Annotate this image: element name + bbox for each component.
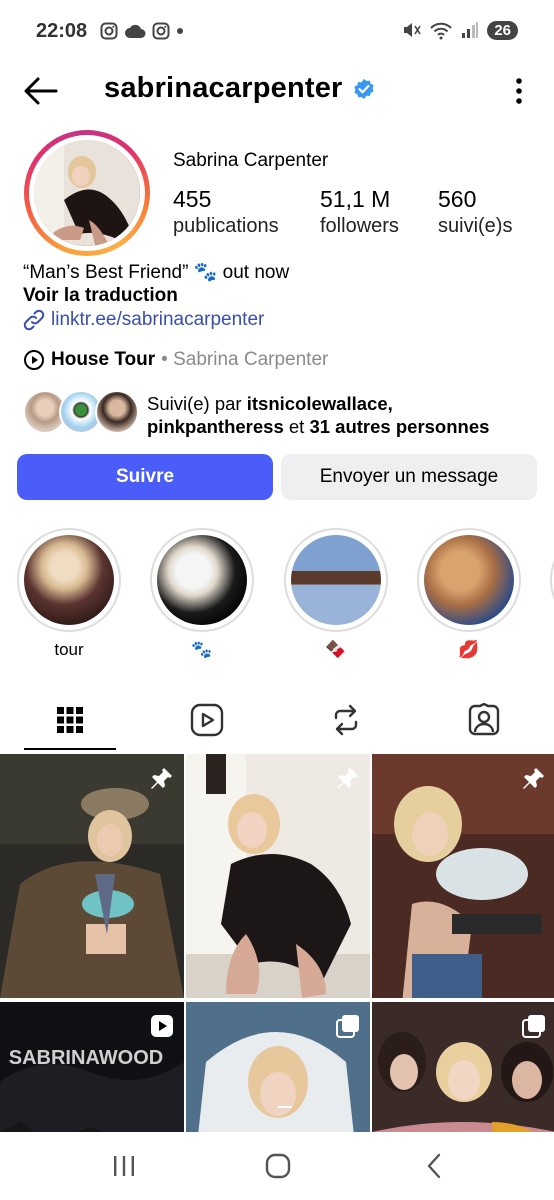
- status-time: 22:08: [36, 20, 88, 42]
- stat-publications[interactable]: 455 publications: [173, 186, 279, 238]
- pin-icon: [523, 768, 544, 789]
- stat-followers[interactable]: 51,1 M followers: [320, 186, 399, 238]
- stat-value: 455: [173, 186, 212, 212]
- highlight-cover: [157, 535, 247, 625]
- instagram-icon: [100, 22, 118, 40]
- profile-header: sabrinacarpenter: [0, 62, 554, 120]
- pin-icon: [337, 768, 358, 789]
- cloud-icon: [125, 24, 146, 38]
- reels-icon: [190, 703, 224, 737]
- reel-icon: [151, 1015, 173, 1037]
- profile-username: sabrinacarpenter: [104, 72, 343, 104]
- signal-icon: [462, 22, 479, 38]
- status-system-icons: 26: [401, 20, 518, 40]
- profile-link-text: linktr.ee/sabrinacarpenter: [51, 309, 265, 330]
- back-icon: [427, 1153, 441, 1179]
- play-circle-icon: [24, 350, 44, 370]
- instagram-icon: [152, 22, 170, 40]
- status-bar: 22:08 26: [0, 0, 554, 62]
- pin-icon: [151, 768, 172, 789]
- profile-avatar-story-ring[interactable]: [24, 130, 150, 256]
- music-artist: • Sabrina Carpenter: [161, 349, 329, 370]
- tab-reels[interactable]: [161, 690, 253, 750]
- home-button[interactable]: [258, 1150, 298, 1182]
- carousel-icon: [522, 1015, 545, 1038]
- home-icon: [265, 1153, 291, 1179]
- profile-full-name: Sabrina Carpenter: [173, 150, 329, 171]
- profile-avatar: [34, 140, 140, 246]
- post-thumbnail[interactable]: [372, 754, 554, 998]
- recents-button[interactable]: [104, 1150, 144, 1182]
- highlight-chocolate[interactable]: 🍫: [284, 528, 388, 660]
- highlight-cover: [24, 535, 114, 625]
- post-thumbnail[interactable]: [0, 754, 184, 998]
- highlight-label: 🍫: [325, 640, 347, 659]
- system-navigation-bar: [0, 1132, 554, 1200]
- tagged-icon: [468, 703, 500, 736]
- mutual-followers[interactable]: Suivi(e) par itsnicolewallace, pinkpanth…: [23, 390, 543, 438]
- highlight-paws[interactable]: 🐾: [150, 528, 254, 660]
- post-overlay-text: SABRINAWOOD: [9, 1047, 163, 1069]
- back-button[interactable]: [22, 76, 58, 106]
- more-vertical-icon: [516, 78, 522, 104]
- status-notification-icons: [100, 22, 184, 40]
- mutual-follower-2: pinkpantheress: [147, 416, 284, 437]
- tab-reposts[interactable]: [300, 690, 392, 750]
- highlight-label: 💋: [458, 640, 480, 659]
- stat-following[interactable]: 560 suivi(e)s: [438, 186, 512, 238]
- tab-posts[interactable]: [24, 690, 116, 750]
- stat-label: suivi(e)s: [438, 215, 513, 237]
- stat-value: 560: [438, 186, 477, 212]
- follow-button[interactable]: Suivre: [17, 454, 273, 500]
- mutual-avatars: [23, 390, 139, 436]
- profile-content-tabs: [0, 690, 554, 752]
- carousel-icon: [336, 1015, 359, 1038]
- mutual-followers-others: 31 autres personnes: [309, 416, 490, 437]
- highlight-partial[interactable]: [550, 528, 554, 632]
- profile-music[interactable]: House Tour • Sabrina Carpenter: [23, 349, 328, 371]
- back-nav-button[interactable]: [414, 1150, 454, 1182]
- translate-link[interactable]: Voir la traduction: [23, 285, 178, 307]
- reposts-icon: [334, 704, 358, 736]
- highlight-cover: [291, 535, 381, 625]
- recents-icon: [114, 1156, 134, 1176]
- highlight-cover: [424, 535, 514, 625]
- stat-label: publications: [173, 215, 279, 237]
- highlight-label: tour: [54, 640, 84, 659]
- highlight-label: 🐾: [191, 640, 213, 659]
- message-button[interactable]: Envoyer un message: [281, 454, 537, 500]
- wifi-icon: [430, 22, 453, 40]
- highlight-tour[interactable]: tour: [17, 528, 121, 660]
- link-icon: [23, 309, 45, 331]
- stat-label: followers: [320, 215, 399, 237]
- tab-tagged[interactable]: [438, 690, 530, 750]
- stat-value: 51,1 M: [320, 186, 391, 212]
- profile-bio: “Man’s Best Friend” 🐾 out now: [23, 262, 290, 283]
- arrow-left-icon: [24, 77, 58, 105]
- music-title: House Tour: [51, 349, 156, 370]
- grid-icon: [57, 707, 83, 733]
- mutual-follower-1: itsnicolewallace,: [246, 393, 393, 414]
- post-thumbnail[interactable]: [186, 754, 370, 998]
- dot-icon: [177, 28, 183, 34]
- profile-external-link[interactable]: linktr.ee/sabrinacarpenter: [23, 309, 264, 331]
- highlight-lips[interactable]: 💋: [417, 528, 521, 660]
- mutual-followers-text: Suivi(e) par itsnicolewallace, pinkpanth…: [147, 393, 490, 437]
- posts-grid: SABRINAWOOD: [0, 754, 554, 1200]
- verified-badge-icon: [354, 79, 374, 99]
- active-tab-indicator: [24, 748, 116, 750]
- more-options-button[interactable]: [514, 76, 524, 106]
- avatar: [95, 390, 139, 434]
- mute-icon: [404, 23, 421, 37]
- battery-indicator: 26: [487, 20, 518, 40]
